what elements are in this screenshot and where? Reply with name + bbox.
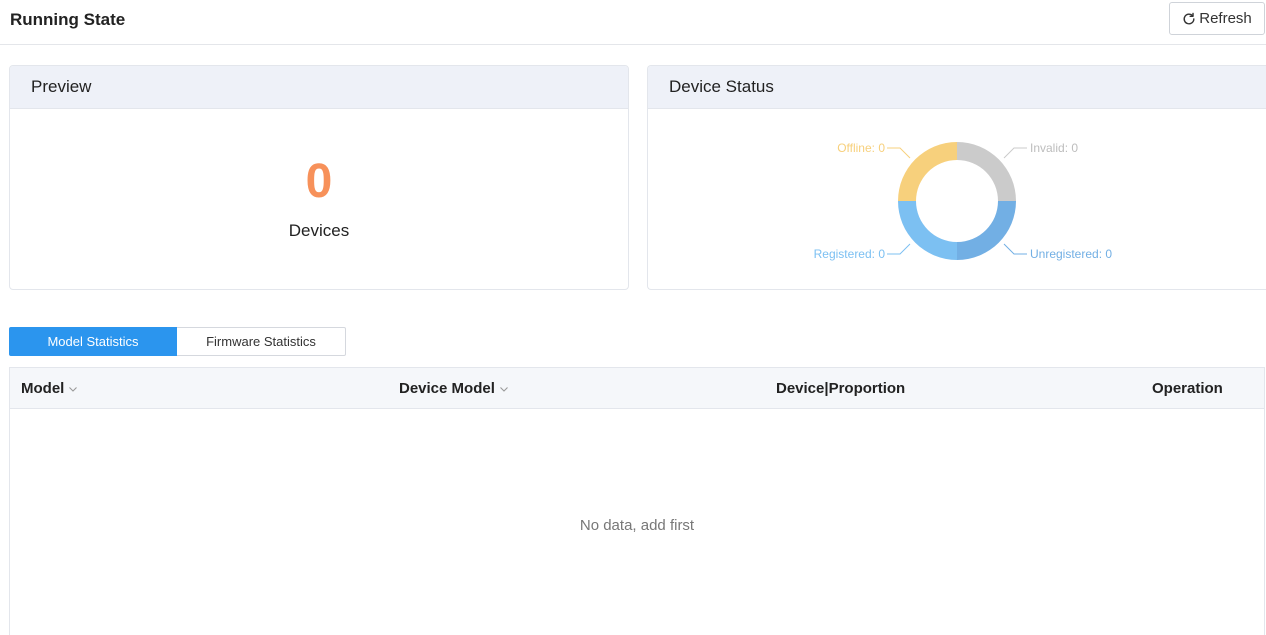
device-status-donut: Offline: 0 Invalid: 0 Registered: 0 Unre… <box>814 141 1113 261</box>
column-header-operation: Operation <box>1152 380 1223 397</box>
unregistered-label: Unregistered: 0 <box>1030 247 1112 261</box>
chevron-down-icon <box>499 386 508 392</box>
donut-segment-registered[interactable] <box>898 201 957 260</box>
preview-card-title: Preview <box>10 66 628 109</box>
offline-label: Offline: 0 <box>837 141 885 155</box>
donut-segment-offline[interactable] <box>898 142 957 201</box>
refresh-label: Refresh <box>1199 10 1252 27</box>
preview-card: Preview 0 Devices <box>9 65 629 290</box>
column-header-device-model-label: Device Model <box>399 380 495 397</box>
refresh-button[interactable]: Refresh <box>1169 2 1265 35</box>
invalid-leader-line <box>1003 147 1027 159</box>
registered-leader-line <box>887 243 911 255</box>
device-count: 0 <box>305 155 333 208</box>
donut-segment-invalid[interactable] <box>957 142 1016 201</box>
tab-firmware-statistics[interactable]: Firmware Statistics <box>177 327 346 356</box>
tab-model-statistics[interactable]: Model Statistics <box>9 327 177 356</box>
table-header: Model Device Model Device|Proportion Ope… <box>10 368 1264 409</box>
column-header-device-proportion: Device|Proportion <box>776 380 906 397</box>
chevron-down-icon <box>69 386 78 392</box>
device-count-label: Devices <box>288 221 350 240</box>
column-header-device-model[interactable]: Device Model <box>399 368 509 409</box>
donut-segment-unregistered[interactable] <box>957 201 1016 260</box>
column-header-model[interactable]: Model <box>21 368 78 409</box>
offline-leader-line <box>887 147 911 159</box>
statistics-tabs: Model Statistics Firmware Statistics <box>9 327 346 356</box>
unregistered-leader-line <box>1003 243 1027 255</box>
statistics-table: Model Device Model Device|Proportion Ope… <box>9 367 1265 635</box>
table-empty-message: No data, add first <box>579 517 695 534</box>
page-title: Running State <box>10 10 126 29</box>
device-status-card: Device Status Offline: 0 Invalid: 0 Regi… <box>647 65 1266 290</box>
page-header: Running State Refresh <box>0 0 1266 45</box>
running-state-page: Running State Refresh Preview 0 Devices … <box>0 0 1266 635</box>
registered-label: Registered: 0 <box>814 247 886 261</box>
column-header-model-label: Model <box>21 380 65 397</box>
refresh-icon <box>1183 12 1195 24</box>
invalid-label: Invalid: 0 <box>1030 141 1078 155</box>
